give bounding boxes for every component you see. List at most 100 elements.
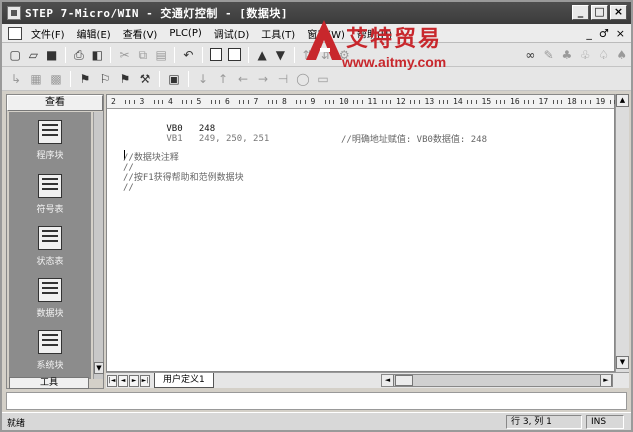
nav-footer-tools[interactable]: 工具 (9, 377, 89, 389)
compile-icon[interactable] (209, 48, 223, 61)
next-bookmark-icon[interactable]: ⚐ (97, 71, 113, 87)
scroll-thumb[interactable] (395, 375, 413, 386)
mdi-minimize-button[interactable]: _ (586, 27, 592, 40)
unforce-all-icon[interactable]: ♤ (596, 47, 610, 63)
line-right-icon[interactable]: → (255, 71, 271, 87)
ruler-label: 19 (595, 97, 606, 106)
copy-icon[interactable]: ⧉ (136, 47, 150, 63)
horizontal-scrollbar[interactable]: ◄ ► (381, 374, 613, 387)
menu-view[interactable]: 查看(V) (117, 26, 164, 41)
ruler-tick (133, 100, 135, 104)
tab-prev-button[interactable]: ◄ (118, 374, 128, 387)
vertical-scrollbar[interactable]: ▲ ▼ (615, 94, 629, 372)
save-icon[interactable]: ■ (45, 47, 59, 63)
ruler-label: 7 (253, 97, 259, 106)
tab-next-button[interactable]: ► (129, 374, 139, 387)
download-icon[interactable]: ▼ (273, 47, 287, 63)
bookmark-icon[interactable]: ⚑ (77, 71, 93, 87)
ruler-label: 15 (481, 97, 492, 106)
minimize-button[interactable]: _ (572, 5, 589, 20)
status-text: 就绪 (7, 419, 26, 429)
menu-file[interactable]: 文件(F) (25, 26, 71, 41)
ruler-tick (418, 100, 420, 104)
cut-icon[interactable]: ✂ (117, 47, 131, 63)
step-icon[interactable]: ↳ (8, 71, 24, 87)
unforce-icon[interactable]: ♧ (578, 47, 592, 63)
chevron-down-icon[interactable]: ▼ (616, 356, 629, 369)
ruler-tick (219, 100, 221, 104)
chevron-left-icon[interactable]: ◄ (382, 375, 394, 386)
line-left-icon[interactable]: ← (235, 71, 251, 87)
ruler-tick (524, 100, 526, 104)
menu-edit[interactable]: 编辑(E) (71, 26, 117, 41)
menu-tools[interactable]: 工具(T) (255, 26, 301, 41)
ruler-label: 6 (225, 97, 230, 106)
glasses-icon[interactable]: ∞ (523, 47, 537, 63)
nav-item-symbol-table[interactable]: 符号表 (9, 168, 91, 220)
system-block-icon (38, 330, 62, 354)
ruler-tick (239, 100, 241, 104)
grid-icon[interactable]: ▩ (48, 71, 64, 87)
chevron-right-icon[interactable]: ► (600, 375, 612, 386)
ruler-tick (552, 100, 554, 104)
code-line-2: VB1 249, 250, 251 (123, 123, 269, 156)
mdi-close-button[interactable]: × (616, 27, 625, 40)
nav-scrollbar[interactable]: ▼ (93, 112, 104, 379)
upload-icon[interactable]: ▲ (255, 47, 269, 63)
window-title: STEP 7-Micro/WIN - 交通灯控制 - [数据块] (25, 7, 288, 20)
ruler-tick (267, 100, 269, 104)
symbol-icon[interactable]: ▦ (28, 71, 44, 87)
paste-icon[interactable]: ▤ (154, 47, 168, 63)
menu-plc[interactable]: PLC(P) (163, 28, 207, 39)
pencil-icon[interactable]: ✎ (542, 47, 556, 63)
nav-header[interactable]: 查看 (7, 95, 103, 111)
ruler-tick (304, 100, 306, 104)
tab-user-defined-1[interactable]: 用户定义1 (154, 373, 214, 388)
ruler-tick (381, 100, 383, 104)
tab-first-button[interactable]: |◄ (107, 374, 117, 387)
force-icon[interactable]: ♣ (560, 47, 574, 63)
undo-icon[interactable]: ↶ (181, 47, 195, 63)
chevron-up-icon[interactable]: ▲ (616, 94, 629, 107)
ruler-tick (190, 100, 192, 104)
nav-item-label: 符号表 (36, 205, 64, 215)
nav-item-data-block[interactable]: 数据块 (9, 272, 91, 324)
print-preview-icon[interactable]: ◧ (90, 47, 104, 63)
mdi-restore-button[interactable]: ♂ (599, 27, 609, 40)
ruler-tick (467, 100, 469, 104)
print-icon[interactable]: ⎙ (72, 47, 86, 63)
read-all-forced-icon[interactable]: ♠ (615, 47, 629, 63)
app-icon[interactable] (7, 6, 21, 20)
prev-bookmark-icon[interactable]: ⚑ (117, 71, 133, 87)
ruler-label: 13 (424, 97, 435, 106)
line-up-icon[interactable]: ↑ (215, 71, 231, 87)
line-down-icon[interactable]: ↓ (195, 71, 211, 87)
ruler-tick (157, 100, 159, 104)
menu-debug[interactable]: 调试(D) (208, 26, 256, 41)
toolbar-divider (188, 70, 189, 87)
contact-icon[interactable]: ⊣ (275, 71, 291, 87)
main-window: STEP 7-Micro/WIN - 交通灯控制 - [数据块] _ □ × 文… (0, 0, 633, 432)
nav-item-system-block[interactable]: 系统块 (9, 324, 91, 376)
nav-panel: 程序块 符号表 状态表 数据块 系统块 (9, 112, 91, 379)
compile-all-icon[interactable] (228, 48, 241, 61)
new-file-icon[interactable]: ▢ (8, 47, 22, 63)
ruler-tick (357, 100, 359, 104)
close-button[interactable]: × (610, 5, 627, 20)
ruler-tick (353, 100, 355, 104)
output-window[interactable] (6, 392, 627, 410)
chevron-down-icon[interactable]: ▼ (94, 362, 104, 374)
open-folder-icon[interactable]: ▱ (26, 47, 40, 63)
remove-bookmarks-icon[interactable]: ⚒ (137, 71, 153, 87)
app-query-icon[interactable]: ▣ (166, 71, 182, 87)
nav-item-program-block[interactable]: 程序块 (9, 114, 91, 166)
nav-item-status-table[interactable]: 状态表 (9, 220, 91, 272)
document-icon[interactable] (8, 26, 22, 40)
ruler-tick (296, 100, 298, 104)
tab-last-button[interactable]: ►| (140, 374, 150, 387)
data-block-editor[interactable]: 2 3 4 5 6 7 8 9 10 11 12 13 14 15 16 17 18 19 VB0 248 //明… (106, 94, 620, 372)
maximize-button[interactable]: □ (591, 5, 608, 20)
ruler-label: 5 (196, 97, 202, 106)
ruler-tick (438, 100, 440, 104)
code-line-6: // (123, 183, 134, 193)
